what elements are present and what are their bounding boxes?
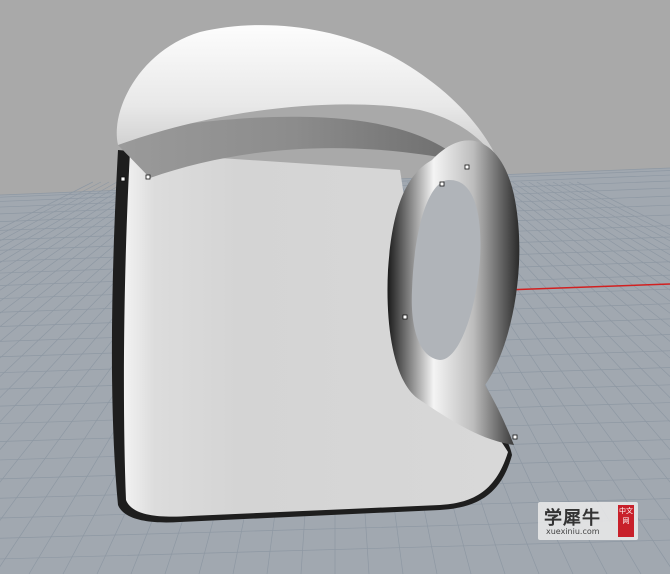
perspective-viewport[interactable]: 学犀牛 xuexiniu.com 中文网: [0, 0, 670, 574]
watermark: 学犀牛 xuexiniu.com 中文网: [538, 502, 638, 540]
control-point[interactable]: [464, 164, 470, 170]
watermark-badge: 中文网: [618, 505, 634, 537]
watermark-domain: xuexiniu.com: [546, 527, 600, 536]
control-point[interactable]: [512, 434, 518, 440]
viewport-scene[interactable]: [0, 0, 670, 574]
mug-model[interactable]: [111, 25, 520, 523]
control-point[interactable]: [120, 176, 126, 182]
control-point[interactable]: [439, 181, 445, 187]
control-point[interactable]: [402, 314, 408, 320]
control-point[interactable]: [145, 174, 151, 180]
